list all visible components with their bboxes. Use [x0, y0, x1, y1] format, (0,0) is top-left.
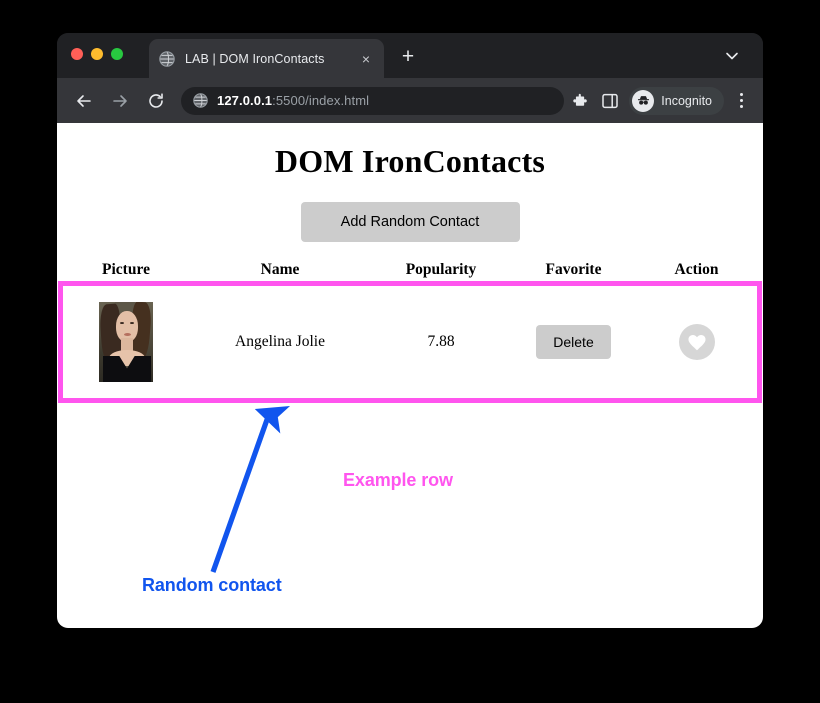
side-panel-icon	[602, 93, 619, 108]
globe-icon	[159, 50, 175, 67]
site-globe-icon	[193, 93, 208, 108]
table-row: Angelina Jolie 7.88 Delete	[58, 281, 762, 403]
column-header-picture: Picture	[102, 261, 150, 278]
incognito-indicator[interactable]: Incognito	[629, 86, 724, 115]
arrow-left-icon	[77, 94, 91, 107]
browser-tab[interactable]: LAB | DOM IronContacts ×	[149, 39, 384, 78]
incognito-label: Incognito	[661, 93, 712, 108]
close-window-button[interactable]	[71, 48, 83, 60]
extensions-button[interactable]	[567, 88, 593, 114]
reload-icon	[149, 92, 163, 108]
delete-contact-button[interactable]: Delete	[536, 325, 611, 359]
column-header-action: Action	[674, 261, 719, 278]
back-button[interactable]	[71, 88, 97, 114]
add-contact-toolbar: Add Random Contact	[57, 202, 763, 242]
minimize-window-button[interactable]	[91, 48, 103, 60]
column-header-name: Name	[260, 261, 300, 278]
table-header-row: Picture Name Popularity Favorite Action	[63, 261, 757, 286]
contacts-table: Picture Name Popularity Favorite Action	[58, 261, 762, 403]
toolbar-actions: Incognito	[567, 86, 763, 115]
url-path: :5500/index.html	[272, 93, 370, 108]
browser-menu-button[interactable]	[730, 88, 752, 114]
incognito-icon	[632, 89, 655, 112]
kebab-dot	[739, 93, 743, 96]
cell-favorite: Delete	[511, 286, 636, 398]
browser-toolbar: 127.0.0.1:5500/index.html Incognito	[57, 78, 763, 123]
address-bar[interactable]: 127.0.0.1:5500/index.html	[181, 86, 564, 115]
forward-button[interactable]	[107, 88, 133, 114]
kebab-dot	[739, 99, 743, 102]
incognito-glyph	[637, 96, 649, 105]
avatar-eye-left	[120, 322, 124, 324]
close-tab-icon[interactable]: ×	[358, 51, 374, 67]
page-viewport: DOM IronContacts Add Random Contact Pict…	[57, 123, 763, 628]
page-title: DOM IronContacts	[274, 143, 546, 179]
contact-avatar	[99, 302, 153, 382]
tab-title: LAB | DOM IronContacts	[185, 51, 325, 66]
chevron-down-icon[interactable]	[723, 47, 741, 65]
new-tab-button[interactable]: +	[397, 46, 419, 68]
avatar-eye-right	[130, 322, 134, 324]
column-header-favorite: Favorite	[545, 261, 602, 278]
table-head: Picture Name Popularity Favorite Action	[63, 261, 757, 286]
random-contact-arrow	[210, 406, 291, 573]
heart-icon	[687, 334, 706, 350]
cell-popularity: 7.88	[427, 333, 455, 350]
url-text: 127.0.0.1:5500/index.html	[217, 93, 369, 108]
cell-picture	[63, 286, 189, 398]
table-body: Angelina Jolie 7.88 Delete	[58, 281, 762, 403]
maximize-window-button[interactable]	[111, 48, 123, 60]
annotation-random-contact-label: Random contact	[142, 575, 282, 595]
reload-button[interactable]	[143, 88, 169, 114]
column-header-popularity: Popularity	[405, 261, 477, 278]
puzzle-icon	[573, 93, 587, 106]
cell-action	[636, 286, 757, 398]
tab-strip: LAB | DOM IronContacts × +	[57, 33, 763, 78]
browser-window: LAB | DOM IronContacts × + 127.0.0.1:550…	[57, 33, 763, 628]
favorite-toggle-button[interactable]	[678, 324, 715, 360]
cell-name: Angelina Jolie	[235, 333, 325, 350]
kebab-dot	[739, 105, 743, 108]
window-controls	[71, 48, 123, 60]
add-random-contact-button[interactable]: Add Random Contact	[300, 202, 520, 242]
side-panel-button[interactable]	[597, 88, 623, 114]
avatar-lips	[124, 333, 131, 336]
annotation-example-row-label: Example row	[343, 470, 453, 490]
arrow-right-icon	[113, 94, 127, 107]
url-host: 127.0.0.1	[217, 93, 273, 108]
